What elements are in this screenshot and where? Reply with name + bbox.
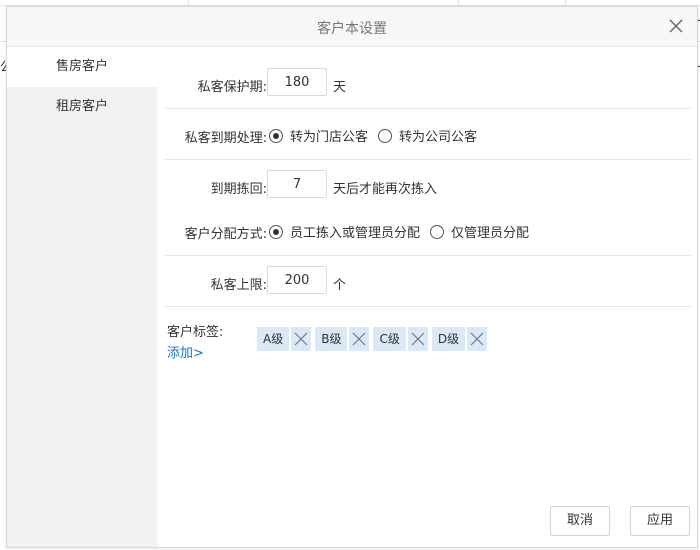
radio-unchecked-icon (430, 224, 445, 239)
pickback-days-input[interactable] (267, 170, 327, 198)
tag-text: A级 (257, 327, 290, 351)
tag-text: D级 (431, 327, 466, 351)
close-icon[interactable] (667, 17, 685, 35)
remove-tag-icon[interactable] (467, 327, 488, 351)
settings-content: 私客保护期: 天 私客到期处理: 转为门店公客 转为公司公客 到期拣回: 天后才… (157, 47, 697, 547)
radio-checked-icon (269, 224, 283, 239)
tag-text: C级 (373, 327, 406, 351)
sidebar-item-sale-customers[interactable]: 售房客户 (7, 47, 157, 87)
radio-to-company-public[interactable]: 转为公司公客 (378, 126, 477, 145)
divider (165, 255, 691, 256)
divider (165, 108, 691, 109)
sidebar: 售房客户 租房客户 (7, 47, 157, 547)
expire-handling-label: 私客到期处理: (184, 131, 267, 146)
tag-item: D级 (431, 327, 488, 351)
radio-label: 仅管理员分配 (451, 226, 530, 241)
radio-unchecked-icon (378, 128, 393, 143)
private-limit-label: 私客上限: (210, 278, 267, 293)
private-limit-input[interactable] (267, 266, 327, 294)
pickback-label: 到期拣回: (210, 182, 267, 197)
remove-tag-icon[interactable] (349, 327, 370, 351)
dialog-title: 客户本设置 (317, 21, 387, 37)
assign-method-label: 客户分配方式: (184, 227, 267, 242)
protect-period-label: 私客保护期: (197, 80, 267, 95)
private-limit-unit: 个 (333, 278, 347, 293)
remove-tag-icon[interactable] (407, 327, 428, 351)
settings-dialog: 客户本设置 售房客户 租房客户 私客保护期: 天 私客到期处理: 转为门店公客 … (6, 6, 698, 548)
customer-tags-label: 客户标签: (167, 325, 224, 340)
assign-method-options: 员工拣入或管理员分配 仅管理员分配 (269, 222, 539, 241)
add-tag-link[interactable]: 添加> (167, 342, 204, 361)
radio-admin-only[interactable]: 仅管理员分配 (430, 222, 529, 241)
radio-label: 员工拣入或管理员分配 (290, 226, 421, 241)
radio-label: 转为门店公客 (290, 130, 369, 145)
protect-period-unit: 天 (333, 80, 347, 95)
cancel-button[interactable]: 取消 (550, 506, 610, 536)
radio-label: 转为公司公客 (399, 130, 478, 145)
protect-period-input[interactable] (267, 68, 327, 96)
expire-handling-options: 转为门店公客 转为公司公客 (269, 126, 487, 145)
tag-text: B级 (315, 327, 348, 351)
divider (165, 306, 691, 307)
radio-employee-or-admin[interactable]: 员工拣入或管理员分配 (269, 222, 420, 241)
pickback-unit: 天后才能再次拣入 (333, 182, 438, 197)
dialog-header: 客户本设置 (7, 7, 697, 47)
tag-item: A级 (257, 327, 312, 351)
sidebar-item-rent-customers[interactable]: 租房客户 (7, 87, 157, 127)
remove-tag-icon[interactable] (291, 327, 312, 351)
radio-checked-icon (269, 128, 283, 143)
tag-item: C级 (373, 327, 428, 351)
tag-item: B级 (315, 327, 370, 351)
apply-button[interactable]: 应用 (630, 506, 690, 536)
divider (165, 159, 691, 160)
tag-list: A级 B级 C级 D级 (257, 327, 491, 351)
radio-to-store-public[interactable]: 转为门店公客 (269, 126, 368, 145)
